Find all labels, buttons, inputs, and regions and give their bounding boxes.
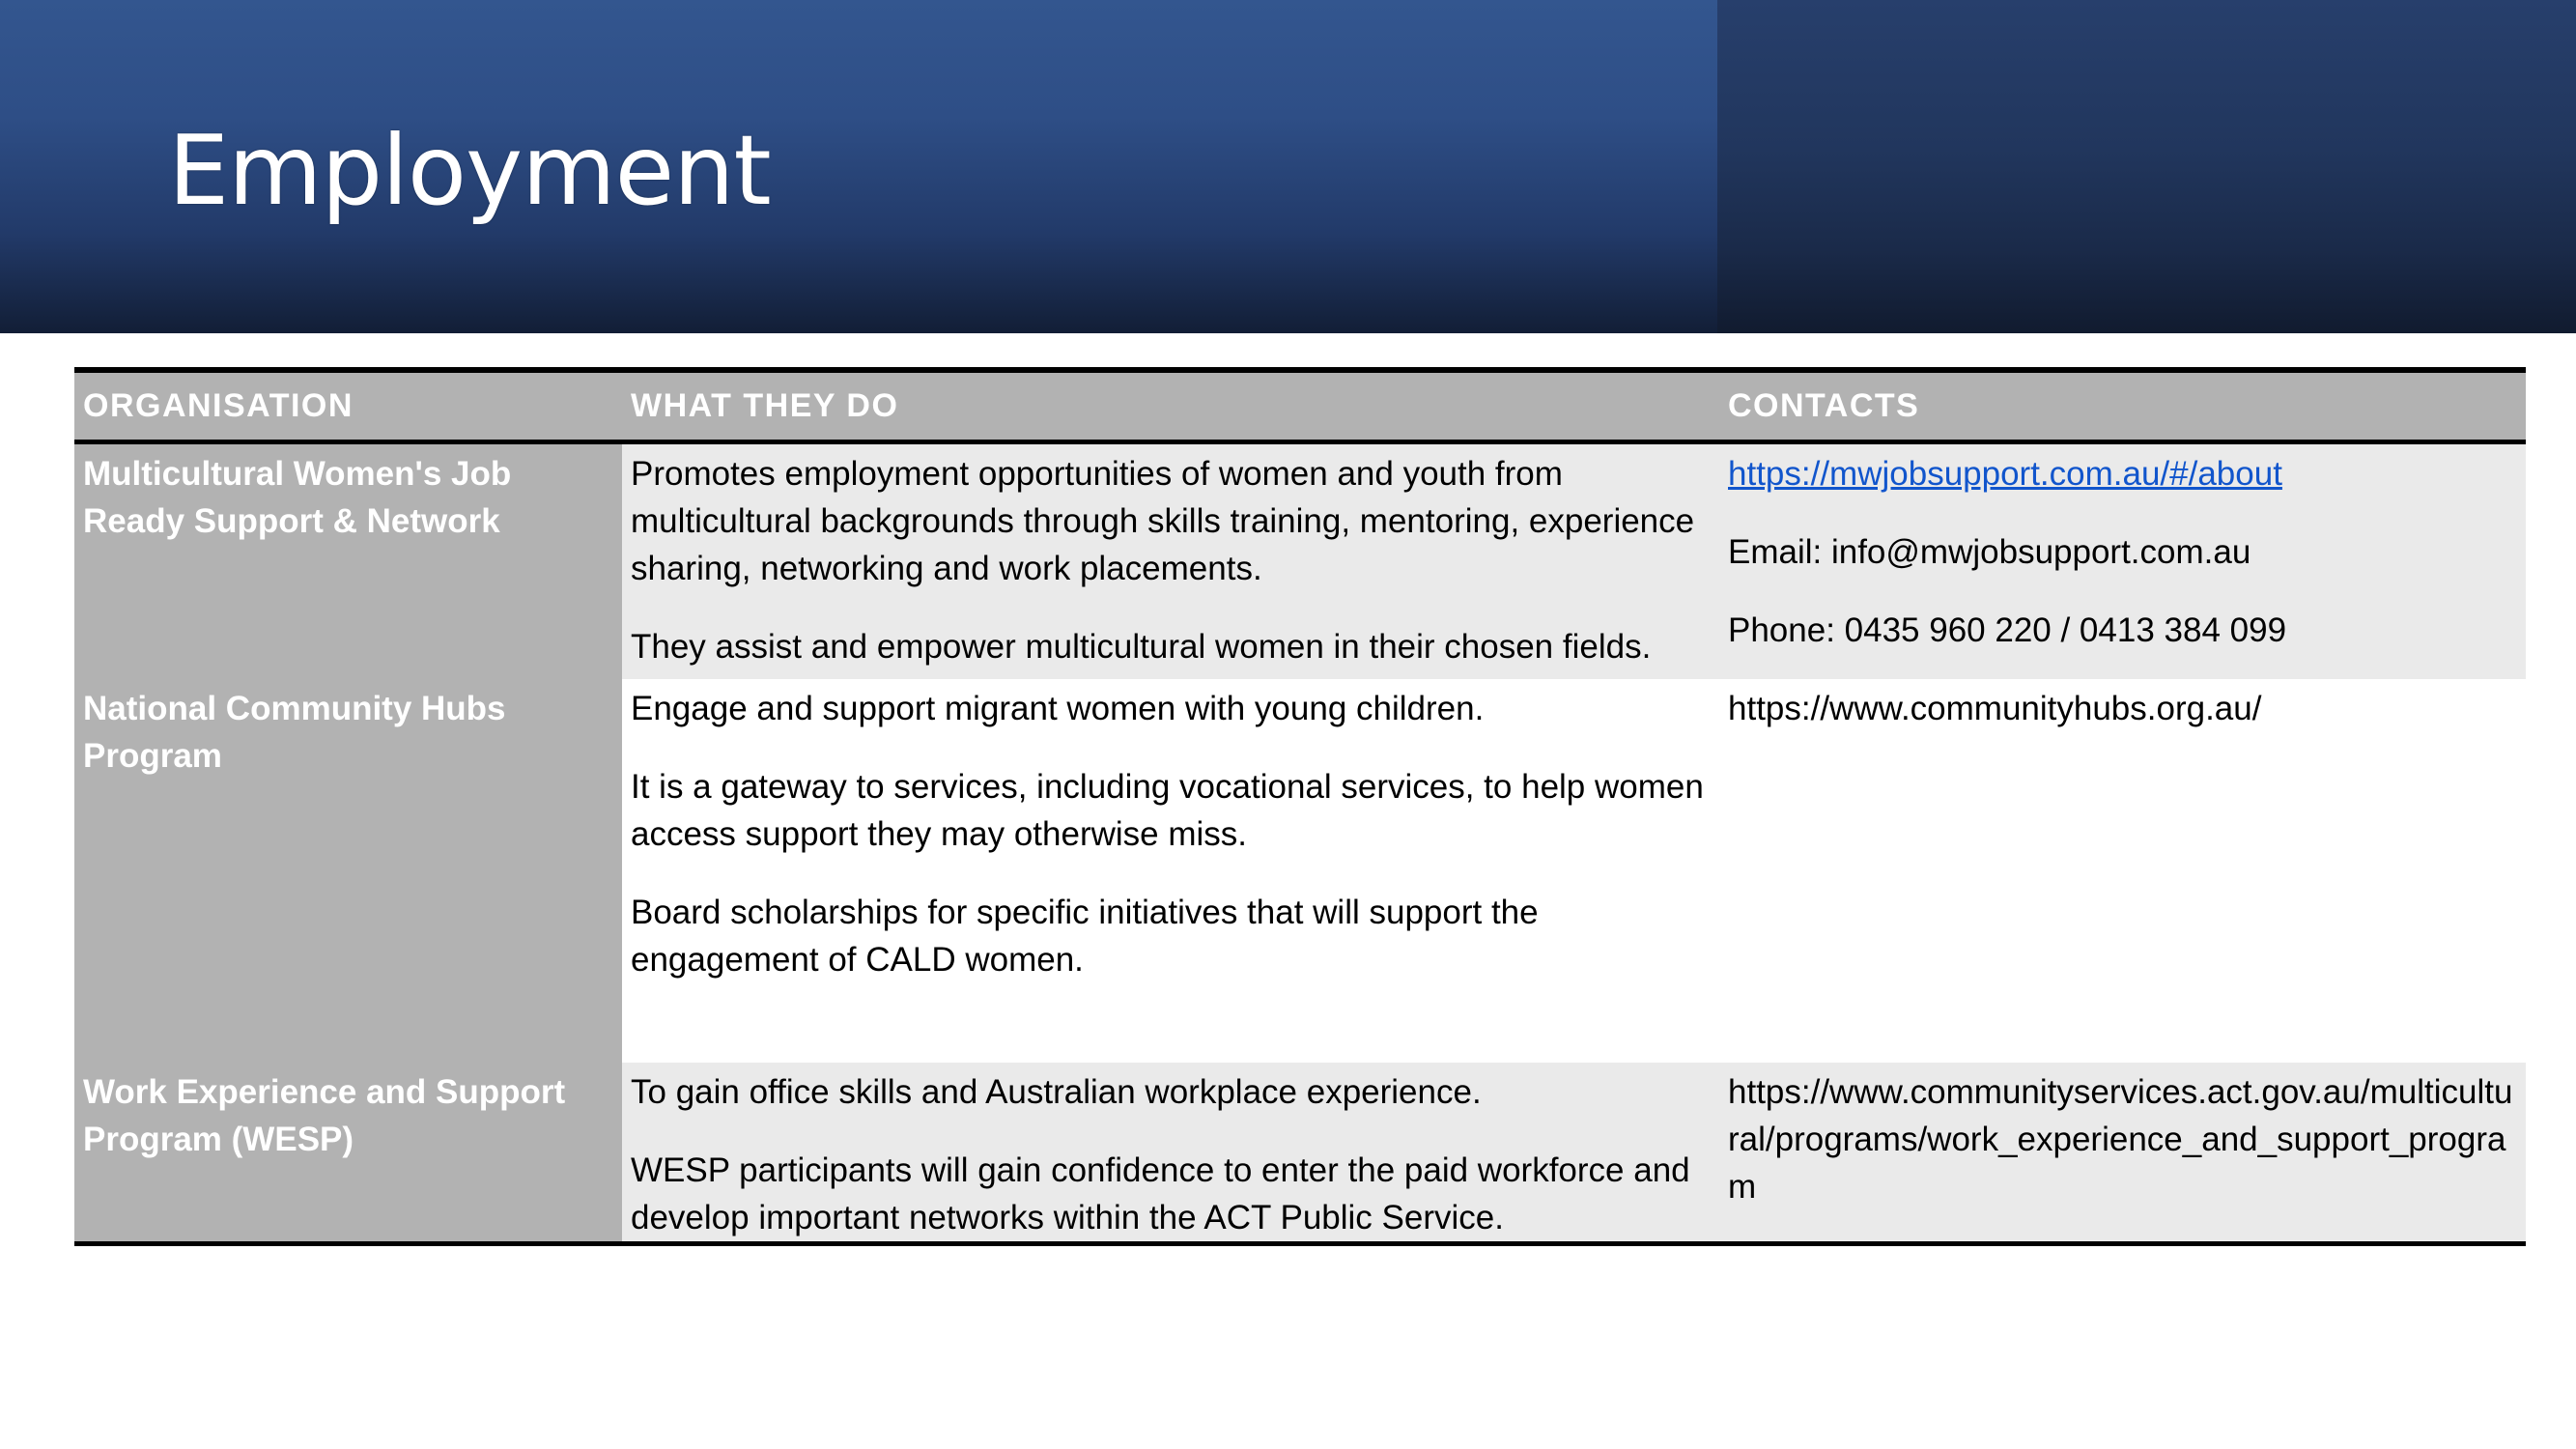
table-row: Multicultural Women's Job Ready Support … [74, 441, 2526, 679]
header-row: ORGANISATION WHAT THEY DO CONTACTS [74, 370, 2526, 442]
table-body: Multicultural Women's Job Ready Support … [74, 441, 2526, 1244]
description-paragraph: WESP participants will gain confidence t… [631, 1151, 1690, 1236]
contacts-cell: https://www.communityservices.act.gov.au… [1719, 1062, 2526, 1244]
organisation-name: Multicultural Women's Job Ready Support … [74, 441, 622, 679]
header-what-they-do: WHAT THEY DO [631, 387, 899, 424]
contact-url: https://www.communityservices.act.gov.au… [1728, 1072, 2513, 1206]
header-organisation: ORGANISATION [83, 387, 354, 424]
organisation-name: Work Experience and Support Program (WES… [74, 1062, 622, 1244]
what-they-do-cell: Engage and support migrant women with yo… [622, 678, 1719, 1063]
what-they-do-cell: Promotes employment opportunities of wom… [622, 441, 1719, 679]
table-header: ORGANISATION WHAT THEY DO CONTACTS [74, 370, 2526, 442]
organisations-table-container: ORGANISATION WHAT THEY DO CONTACTS Multi… [74, 367, 2526, 1246]
contacts-cell: https://mwjobsupport.com.au/#/about Emai… [1719, 441, 2526, 679]
organisations-table: ORGANISATION WHAT THEY DO CONTACTS Multi… [74, 367, 2526, 1246]
contact-email: Email: info@mwjobsupport.com.au [1728, 533, 2251, 571]
contact-url: https://www.communityhubs.org.au/ [1728, 689, 2262, 727]
banner-right-panel [1717, 0, 2576, 333]
description-paragraph: They assist and empower multicultural wo… [631, 628, 1652, 666]
description-paragraph: To gain office skills and Australian wor… [631, 1072, 1482, 1111]
description-paragraph: It is a gateway to services, including v… [631, 767, 1704, 853]
contacts-cell: https://www.communityhubs.org.au/ [1719, 678, 2526, 1063]
contact-link-paragraph: https://mwjobsupport.com.au/#/about [1728, 450, 2516, 497]
table-row: National Community Hubs Program Engage a… [74, 678, 2526, 1063]
page-title: Employment [168, 114, 772, 227]
description-paragraph: Promotes employment opportunities of wom… [631, 455, 1695, 587]
organisation-name: National Community Hubs Program [74, 678, 622, 1063]
title-banner: Employment [0, 0, 2576, 333]
description-paragraph: Board scholarships for specific initiati… [631, 893, 1539, 979]
contact-phone: Phone: 0435 960 220 / 0413 384 099 [1728, 611, 2287, 649]
website-link[interactable]: https://mwjobsupport.com.au/#/about [1728, 455, 2282, 493]
what-they-do-cell: To gain office skills and Australian wor… [622, 1062, 1719, 1244]
description-paragraph: Engage and support migrant women with yo… [631, 689, 1485, 727]
table-row: Work Experience and Support Program (WES… [74, 1062, 2526, 1244]
header-contacts: CONTACTS [1728, 387, 1920, 424]
